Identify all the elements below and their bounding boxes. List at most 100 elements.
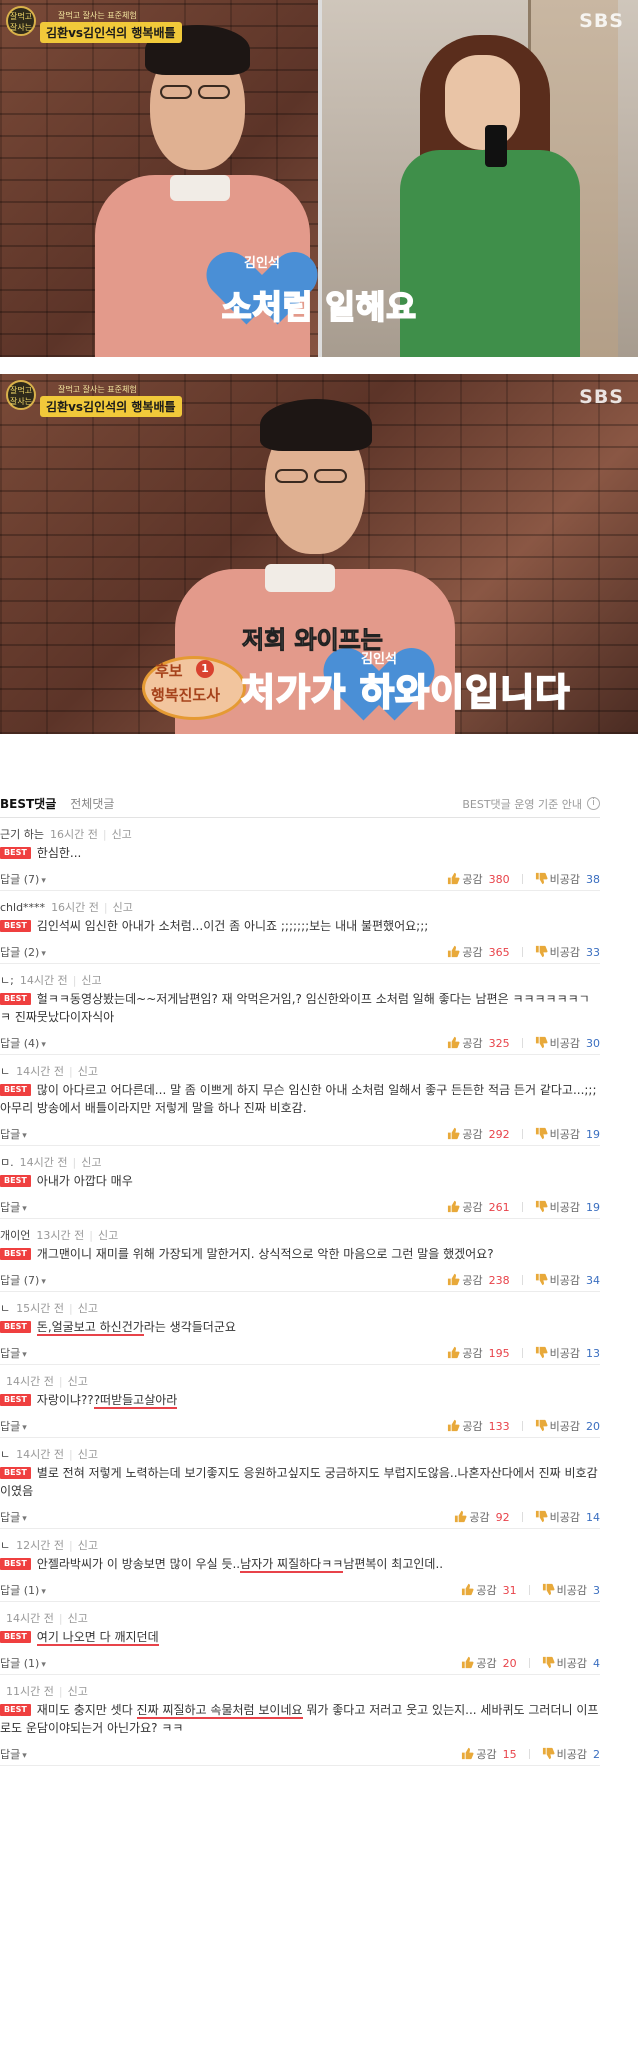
comment-username[interactable]: 근기 하는 (0, 826, 44, 842)
caption-subtitle: 소처럼 일해요 (221, 287, 417, 327)
comment-footer: 답글 ▾ 공감 133 비공감 20 (0, 1415, 600, 1437)
comment-list: 근기 하는 16시간 전 | 신고 BEST 한심한... 답글 (7) ▾ 공감 3… (0, 818, 600, 1766)
report-button[interactable]: 신고 (113, 899, 133, 915)
comment-username[interactable]: chld**** (0, 901, 45, 914)
reply-button[interactable]: 답글 (2) ▾ (0, 944, 46, 960)
comment-username[interactable]: ㄴ (0, 1300, 10, 1316)
tab-all-comments[interactable]: 전체댓글 (70, 795, 114, 812)
glasses-right (198, 85, 230, 99)
dislike-button[interactable]: 비공감 13 (535, 1345, 600, 1361)
report-button[interactable]: 신고 (78, 1537, 98, 1553)
comment-username[interactable]: ㅁ. (0, 1154, 14, 1170)
chevron-down-icon: ▾ (41, 1660, 46, 1670)
comment-meta: 11시간 전 | 신고 (0, 1675, 600, 1699)
thumbs-down-icon (542, 1747, 555, 1760)
dislike-button[interactable]: 비공감 4 (542, 1655, 600, 1671)
report-button[interactable]: 신고 (98, 1227, 118, 1243)
reply-button[interactable]: 답글 (1) ▾ (0, 1582, 46, 1598)
comment-text: 자랑이냐?? (36, 1393, 94, 1407)
reply-button[interactable]: 답글 ▾ (0, 1199, 27, 1215)
dislike-button[interactable]: 비공감 14 (535, 1509, 600, 1525)
reply-button[interactable]: 답글 ▾ (0, 1418, 27, 1434)
thumbs-up-icon (448, 1200, 460, 1213)
dislike-label: 비공감 (549, 1128, 580, 1141)
dislike-button[interactable]: 비공감 38 (535, 871, 600, 887)
comment-username[interactable]: 개이언 (0, 1227, 30, 1243)
comment-highlight: 남자가 찌질하다ㅋㅋ (240, 1557, 344, 1573)
comment-username[interactable]: ㄴ (0, 1537, 10, 1553)
comment-time: 14시간 전 (6, 1375, 54, 1388)
reply-label: 답글 (0, 1128, 21, 1141)
like-button[interactable]: 공감 292 (447, 1126, 510, 1142)
dislike-button[interactable]: 비공감 34 (535, 1272, 600, 1288)
report-button[interactable]: 신고 (81, 972, 101, 988)
reply-button[interactable]: 답글 ▾ (0, 1746, 27, 1762)
like-label: 공감 (462, 1274, 483, 1287)
best-badge: BEST (0, 1175, 31, 1187)
comment-footer: 답글 (1) ▾ 공감 20 비공감 4 (0, 1652, 600, 1674)
report-button[interactable]: 신고 (78, 1063, 98, 1079)
dislike-button[interactable]: 비공감 2 (542, 1746, 600, 1762)
reply-button[interactable]: 답글 (1) ▾ (0, 1655, 46, 1671)
like-button[interactable]: 공감 92 (454, 1509, 510, 1525)
like-button[interactable]: 공감 325 (447, 1035, 510, 1051)
comment-username[interactable]: ㄴ; (0, 972, 14, 988)
meta-separator: | (68, 1538, 73, 1552)
report-button[interactable]: 신고 (78, 1300, 98, 1316)
like-button[interactable]: 공감 133 (447, 1418, 510, 1434)
comment-body: BEST 안젤라박씨가 이 방송보면 많이 우실 듯..남자가 찌질하다ㅋㅋ남편복… (0, 1555, 600, 1573)
like-count: 31 (502, 1584, 517, 1597)
report-button[interactable]: 신고 (68, 1683, 88, 1699)
reply-button[interactable]: 답글 ▾ (0, 1345, 27, 1361)
like-button[interactable]: 공감 261 (447, 1199, 510, 1215)
tab-best-comments[interactable]: BEST댓글 (0, 795, 56, 812)
chevron-down-icon: ▾ (22, 1751, 27, 1761)
dislike-button[interactable]: 비공감 19 (535, 1126, 600, 1142)
reaction-bar: 공감 380 비공감 38 (447, 871, 600, 887)
like-button[interactable]: 공감 20 (461, 1655, 517, 1671)
comment-time: 11시간 전 (6, 1685, 54, 1698)
reaction-divider (521, 1348, 523, 1358)
broadcaster-logo: SBS (579, 386, 624, 408)
like-button[interactable]: 공감 365 (447, 944, 510, 960)
comment-time: 14시간 전 (19, 974, 68, 987)
like-button[interactable]: 공감 195 (447, 1345, 510, 1361)
dislike-button[interactable]: 비공감 33 (535, 944, 600, 960)
dislike-button[interactable]: 비공감 3 (542, 1582, 600, 1598)
like-button[interactable]: 공감 31 (461, 1582, 517, 1598)
dislike-label: 비공감 (549, 1347, 580, 1360)
dislike-button[interactable]: 비공감 19 (535, 1199, 600, 1215)
dislike-label: 비공감 (549, 1201, 580, 1214)
thumbs-down-icon (535, 1127, 548, 1140)
report-button[interactable]: 신고 (68, 1610, 88, 1626)
dislike-button[interactable]: 비공감 20 (535, 1418, 600, 1434)
like-button[interactable]: 공감 380 (447, 871, 510, 887)
like-button[interactable]: 공감 15 (461, 1746, 517, 1762)
report-button[interactable]: 신고 (112, 826, 132, 842)
report-button[interactable]: 신고 (68, 1373, 88, 1389)
comment-meta: ㄴ 12시간 전 | 신고 (0, 1529, 600, 1553)
dislike-button[interactable]: 비공감 30 (535, 1035, 600, 1051)
best-comment-guide-link[interactable]: BEST댓글 운영 기준 안내 i (462, 796, 600, 812)
reply-label: 답글 (0, 1511, 21, 1524)
like-count: 92 (495, 1511, 510, 1524)
reply-button[interactable]: 답글 (7) ▾ (0, 871, 46, 887)
report-button[interactable]: 신고 (78, 1446, 98, 1462)
reply-button[interactable]: 답글 ▾ (0, 1509, 27, 1525)
comment-body: BEST 아내가 아깝다 매우 (0, 1172, 600, 1190)
comment-username[interactable]: ㄴ (0, 1063, 10, 1079)
show-logo: 잘먹고 잘사는 (6, 6, 36, 36)
like-button[interactable]: 공감 238 (447, 1272, 510, 1288)
dislike-label: 비공감 (549, 1274, 580, 1287)
comment-time: 12시간 전 (16, 1539, 64, 1552)
report-button[interactable]: 신고 (81, 1154, 101, 1170)
comment-meta: 14시간 전 | 신고 (0, 1602, 600, 1626)
reply-button[interactable]: 답글 ▾ (0, 1126, 27, 1142)
chevron-down-icon: ▾ (22, 1350, 27, 1360)
comment-username[interactable]: ㄴ (0, 1446, 10, 1462)
reply-button[interactable]: 답글 (7) ▾ (0, 1272, 46, 1288)
comment-text: 많이 아다르고 어다른데... 말 좀 이쁘게 하지 무슨 임신한 아내 소처럼… (0, 1083, 597, 1115)
reply-button[interactable]: 답글 (4) ▾ (0, 1035, 46, 1051)
comment-highlight: ?떠받들고살아라 (93, 1393, 178, 1409)
dislike-count: 34 (586, 1274, 600, 1287)
